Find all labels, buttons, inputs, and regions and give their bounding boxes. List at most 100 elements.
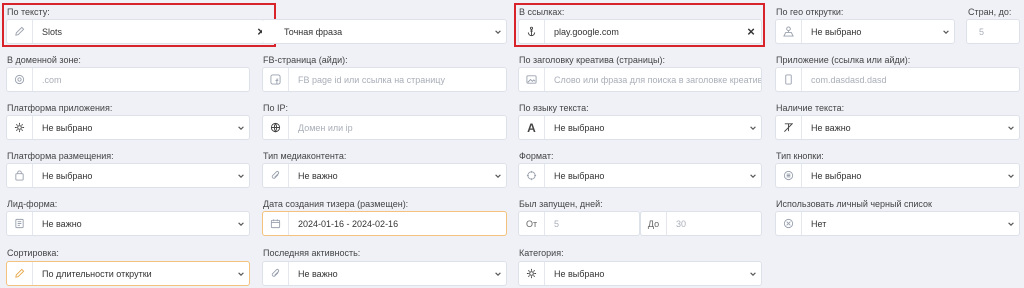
creative-title-input[interactable]: Слово или фраза для поиска в заголовке к… [518,67,762,92]
format-value: Не выбрано [554,170,605,181]
links-field[interactable]: play.google.com × [518,19,762,44]
phrase-mode-select[interactable]: Точная фраза [262,19,507,44]
chevron-down-icon [233,270,249,278]
chevron-down-icon [490,270,506,278]
text-search-field[interactable]: Slots × [6,19,272,44]
creative-title-label: По заголовку креатива (страницы): [519,55,666,65]
blacklist-label: Использовать личный черный список [776,199,932,209]
text-lang-select[interactable]: A Не выбрано [518,115,762,140]
created-date-value[interactable]: 2024-01-16 - 2024-02-16 [289,219,506,229]
to-tag: До [641,212,667,235]
geo-label: По гео открутки: [776,7,844,17]
app-label: Приложение (ссылка или айди): [776,55,911,65]
target-icon [519,164,545,187]
created-date-label: Дата создания тизера (размещен): [263,199,409,209]
text-slash-icon [776,116,802,139]
sort-select[interactable]: По длительности открутки [6,261,250,286]
chevron-down-icon [745,124,761,132]
last-activity-value: Не важно [298,268,338,279]
anchor-icon [519,20,545,43]
placement-label: Платформа размещения: [7,151,114,161]
shopping-bag-icon [7,164,33,187]
placement-select[interactable]: Не выбрано [6,163,250,188]
media-type-label: Тип медиаконтента: [263,151,347,161]
domain-label: В доменной зоне: [7,55,81,65]
chevron-down-icon [490,172,506,180]
form-icon [7,212,33,235]
sort-value: По длительности открутки [42,268,152,279]
media-type-value: Не важно [298,170,338,181]
chevron-down-icon [1003,220,1019,228]
links-label: В ссылках: [519,7,565,17]
launched-to-placeholder: 30 [676,218,687,229]
button-type-select[interactable]: Не выбрано [775,163,1020,188]
font-icon: A [519,116,545,139]
media-type-select[interactable]: Не важно [262,163,507,188]
chevron-down-icon [233,172,249,180]
chevron-down-icon [1003,172,1019,180]
text-presence-label: Наличие текста: [776,103,845,113]
sort-label: Сортировка: [7,248,59,258]
ip-label: По IP: [263,103,288,113]
geo-select[interactable]: Не выбрано [775,19,955,44]
paperclip-icon [263,262,289,285]
pencil-icon [7,262,33,285]
ip-input[interactable]: Домен или ip [262,115,507,140]
clear-links-icon[interactable]: × [741,24,761,39]
app-platform-value: Не выбрано [42,122,93,133]
gear-icon [7,116,33,139]
chevron-down-icon [233,124,249,132]
category-select[interactable]: Не выбрано [518,261,762,286]
facebook-icon [263,68,289,91]
list-circle-icon [776,164,802,187]
launched-to-input[interactable]: До 30 [640,211,762,236]
creative-title-placeholder: Слово или фраза для поиска в заголовке к… [554,74,761,85]
launched-from-placeholder: 5 [554,218,560,229]
smartphone-icon [776,68,802,91]
text-lang-value: Не выбрано [554,122,605,133]
blacklist-select[interactable]: Нет [775,211,1020,236]
last-activity-label: Последняя активность: [263,248,361,258]
geo-value: Не выбрано [811,26,862,37]
text-search-value[interactable]: Slots [33,27,251,37]
countries-placeholder: 5 [979,26,985,37]
domain-input[interactable]: .com [6,67,250,92]
fb-page-placeholder: FB page id или ссылка на страницу [298,74,445,85]
app-input[interactable]: com.dasdasd.dasd [775,67,1020,92]
app-platform-select[interactable]: Не выбрано [6,115,250,140]
lead-form-label: Лид-форма: [7,199,58,209]
text-search-label: По тексту: [7,7,50,17]
format-label: Формат: [519,151,554,161]
button-type-label: Тип кнопки: [776,151,824,161]
calendar-icon [263,212,289,235]
launched-from-input[interactable]: От 5 [518,211,640,236]
fb-page-label: FB-страница (айди): [263,55,348,65]
links-value[interactable]: play.google.com [545,27,741,37]
blacklist-value: Нет [811,218,827,229]
category-value: Не выбрано [554,268,605,279]
fb-page-input[interactable]: FB page id или ссылка на страницу [262,67,507,92]
lead-form-value: Не важно [42,218,82,229]
pencil-icon [7,20,33,43]
gear-icon [519,262,545,285]
countries-label: Стран, до: [968,7,1012,17]
created-date-input[interactable]: 2024-01-16 - 2024-02-16 [262,211,507,236]
from-tag: От [519,212,545,235]
text-presence-select[interactable]: Не важно [775,115,1020,140]
lead-form-select[interactable]: Не важно [6,211,250,236]
countries-input[interactable]: 5 [966,19,1020,44]
image-icon [519,68,545,91]
launched-days-label: Был запущен, дней: [519,199,603,209]
text-lang-label: По языку текста: [519,103,589,113]
globe-icon [776,20,802,43]
at-sign-icon [7,68,33,91]
close-circle-icon [776,212,802,235]
last-activity-select[interactable]: Не важно [262,261,507,286]
chevron-down-icon [490,28,506,36]
placement-value: Не выбрано [42,170,93,181]
domain-placeholder: .com [42,74,62,85]
phrase-mode-value: Точная фраза [284,26,343,37]
chevron-down-icon [745,270,761,278]
category-label: Категория: [519,248,564,258]
format-select[interactable]: Не выбрано [518,163,762,188]
